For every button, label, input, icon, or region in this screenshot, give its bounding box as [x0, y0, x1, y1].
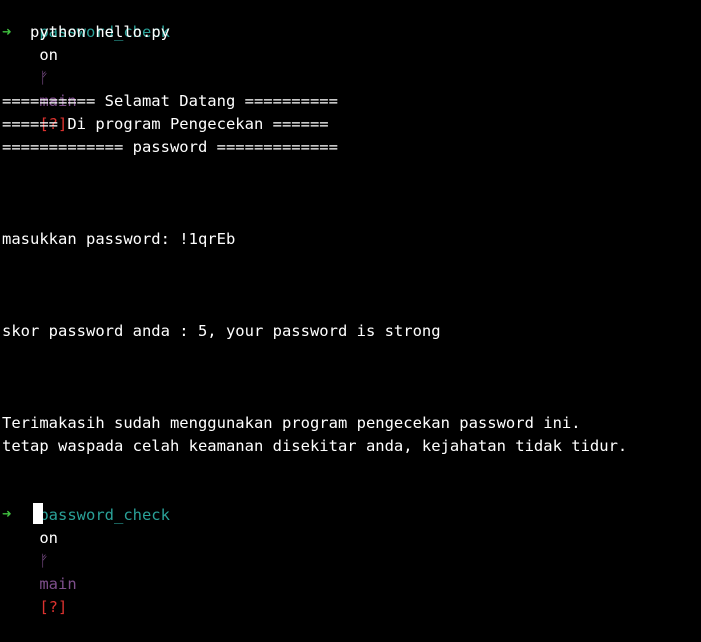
closing-line-1: Terimakasih sudah menggunakan program pe… — [2, 414, 581, 432]
command-text: python hello.py — [30, 23, 170, 41]
prompt-line-top: password_check on ᚠ main [?] — [2, 0, 170, 133]
prompt-status: [?] — [39, 598, 68, 616]
banner-line-3: ============= password ============= — [2, 138, 338, 156]
prompt-on-text: on — [39, 46, 58, 64]
command-line: ➜ python hello.py — [2, 21, 170, 44]
prompt-directory: password_check — [39, 506, 170, 524]
git-branch-icon: ᚠ — [39, 552, 49, 570]
prompt-arrow-icon: ➜ — [2, 23, 12, 41]
prompt-arrow-icon: ➜ — [2, 505, 12, 523]
prompt-branch: main — [39, 575, 77, 593]
git-branch-icon: ᚠ — [39, 69, 49, 87]
closing-line-2: tetap waspada celah keamanan disekitar a… — [2, 437, 628, 455]
password-input-line: masukkan password: !1qrEb — [2, 230, 236, 248]
result-line: skor password anda : 5, your password is… — [2, 322, 441, 340]
banner-line-2: ====== Di program Pengecekan ====== — [2, 115, 329, 133]
active-prompt-line[interactable]: ➜ — [2, 503, 44, 526]
banner-line-1: ========== Selamat Datang ========== — [2, 92, 338, 110]
text-cursor[interactable] — [33, 503, 44, 524]
terminal-window[interactable]: password_check on ᚠ main [?] ➜ python he… — [2, 0, 699, 616]
prompt-line-bottom: password_check on ᚠ main [?] — [2, 481, 170, 616]
